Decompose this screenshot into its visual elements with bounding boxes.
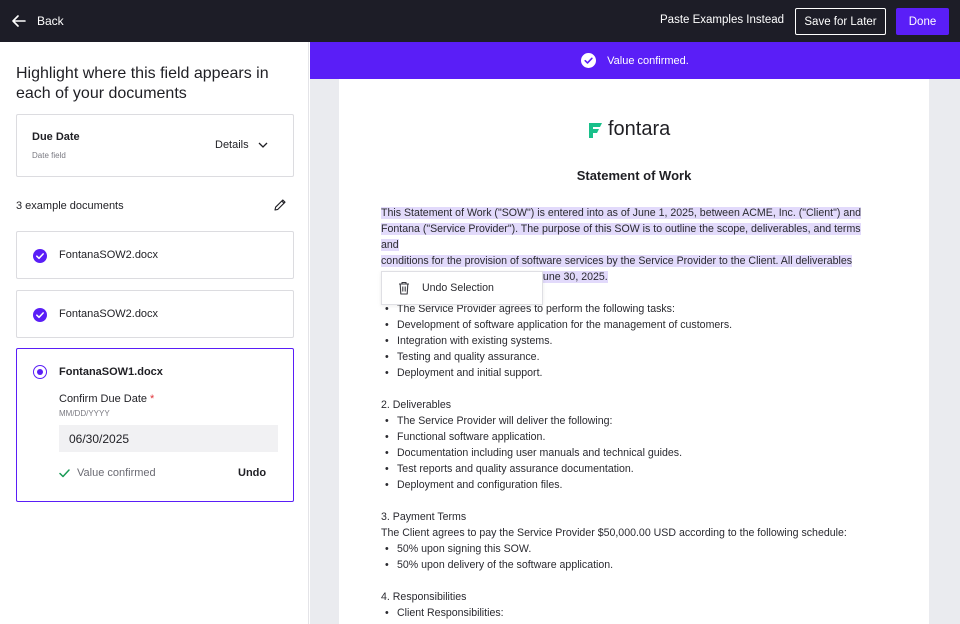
arrow-left-icon xyxy=(12,15,26,27)
field-type: Date field xyxy=(32,151,66,160)
list-item: Functional software application. xyxy=(381,429,901,445)
top-bar: Back Paste Examples Instead Save for Lat… xyxy=(0,0,960,42)
pencil-icon[interactable] xyxy=(273,198,287,212)
panel-heading: Highlight where this field appears in ea… xyxy=(16,64,296,104)
date-format-hint: MM/DD/YYYY xyxy=(59,409,110,418)
list-item: Integration with existing systems. xyxy=(381,333,901,349)
section-heading: 3. Payment Terms xyxy=(381,509,901,525)
checkmark-icon xyxy=(59,469,70,478)
list-item: Development of software application for … xyxy=(381,317,901,333)
list-item: Deployment and configuration files. xyxy=(381,477,901,493)
examples-count: 3 example documents xyxy=(16,200,124,212)
section-heading: 4. Responsibilities xyxy=(381,589,901,605)
check-circle-icon xyxy=(581,53,596,68)
fontara-logo: fontara xyxy=(587,118,670,141)
section-heading: 2. Deliverables xyxy=(381,397,901,413)
list-item: Testing and quality assurance. xyxy=(381,349,901,365)
document-body: The Service Provider agrees to perform t… xyxy=(381,301,901,621)
document-name: FontanaSOW2.docx xyxy=(59,249,158,261)
details-label: Details xyxy=(215,139,249,151)
document-name: FontanaSOW2.docx xyxy=(59,308,158,320)
confirmed-text: Value confirmed xyxy=(77,467,156,479)
paste-examples-button[interactable]: Paste Examples Instead xyxy=(660,14,784,26)
document-card[interactable]: FontanaSOW2.docx xyxy=(16,231,294,279)
radio-selected-icon[interactable] xyxy=(33,365,47,379)
left-panel: Highlight where this field appears in ea… xyxy=(0,42,309,624)
done-button[interactable]: Done xyxy=(896,8,949,35)
details-dropdown[interactable]: Details xyxy=(215,139,268,151)
list-item: Documentation including user manuals and… xyxy=(381,445,901,461)
highlighted-line: conditions for the provision of software… xyxy=(381,255,852,267)
document-card[interactable]: FontanaSOW2.docx xyxy=(16,290,294,338)
document-title: Statement of Work xyxy=(339,168,929,183)
confirm-label-text: Confirm Due Date xyxy=(59,393,147,405)
list-item: 50% upon delivery of the software applic… xyxy=(381,557,901,573)
value-confirmed-status: Value confirmed xyxy=(59,467,156,479)
undo-selection-button[interactable]: Undo Selection xyxy=(381,271,543,305)
save-for-later-button[interactable]: Save for Later xyxy=(795,8,886,35)
undo-selection-label: Undo Selection xyxy=(422,282,494,294)
back-label: Back xyxy=(37,14,64,28)
document-page: fontara Statement of Work This Statement… xyxy=(339,79,929,624)
confirm-date-label: Confirm Due Date* xyxy=(59,393,154,405)
paragraph: The Client agrees to pay the Service Pro… xyxy=(381,525,901,541)
document-viewer: Value confirmed. fontara Statement of Wo… xyxy=(310,42,960,624)
due-date-input[interactable] xyxy=(59,425,278,452)
check-circle-icon xyxy=(33,249,47,263)
highlighted-line: This Statement of Work ("SOW") is entere… xyxy=(381,207,861,219)
list-item: Test reports and quality assurance docum… xyxy=(381,461,901,477)
logo-text: fontara xyxy=(608,118,670,141)
required-marker: * xyxy=(150,393,154,405)
field-card: Due Date Date field Details xyxy=(16,114,294,177)
document-name: FontanaSOW1.docx xyxy=(59,366,163,378)
fontara-logo-icon xyxy=(587,121,603,139)
list-item: The Service Provider will deliver the fo… xyxy=(381,413,901,429)
back-button[interactable]: Back xyxy=(12,0,64,42)
banner-text: Value confirmed. xyxy=(607,55,689,67)
trash-icon xyxy=(398,281,410,295)
check-circle-icon xyxy=(33,308,47,322)
list-item: Client Responsibilities: xyxy=(381,605,901,621)
confirmation-banner: Value confirmed. xyxy=(310,42,960,79)
field-name: Due Date xyxy=(32,131,80,143)
active-document-card[interactable]: FontanaSOW1.docx Confirm Due Date* MM/DD… xyxy=(16,348,294,502)
list-item: Deployment and initial support. xyxy=(381,365,901,381)
highlighted-line: Fontana ("Service Provider"). The purpos… xyxy=(381,223,861,251)
undo-button[interactable]: Undo xyxy=(238,467,266,479)
chevron-down-icon xyxy=(258,142,268,148)
list-item: 50% upon signing this SOW. xyxy=(381,541,901,557)
